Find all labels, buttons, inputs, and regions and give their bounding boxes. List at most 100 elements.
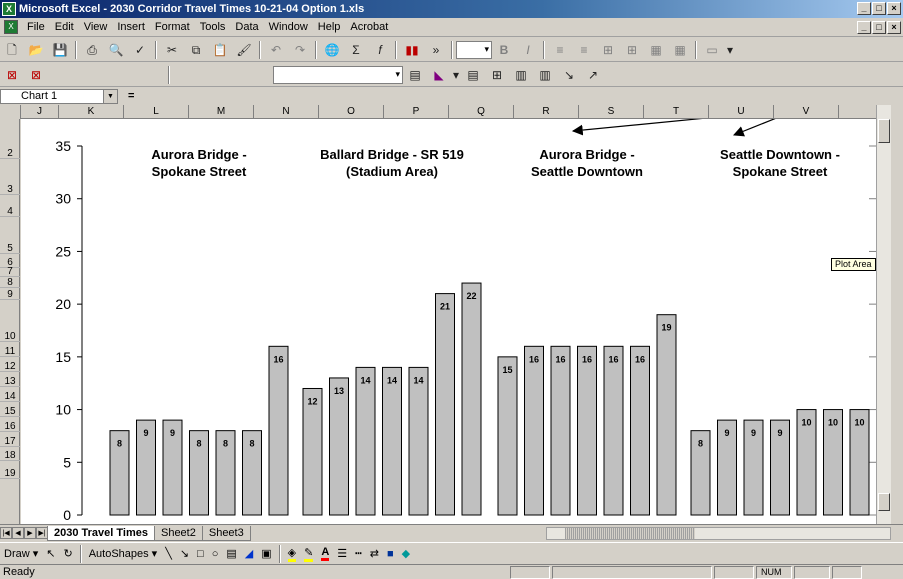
percent-icon[interactable]: ▦ [645, 40, 667, 60]
comma-icon[interactable]: ▦ [669, 40, 691, 60]
data-table-icon[interactable]: ⊞ [486, 65, 508, 85]
bar[interactable] [524, 345, 544, 516]
bar[interactable] [656, 314, 677, 516]
doc-minimize-button[interactable]: _ [857, 21, 871, 34]
paste-icon[interactable]: 📋 [209, 40, 231, 60]
bar[interactable] [603, 345, 624, 516]
oval-icon[interactable]: ○ [212, 548, 219, 560]
menu-data[interactable]: Data [230, 21, 263, 33]
fill-color-icon[interactable]: ◈ [287, 546, 297, 562]
select-objects-icon[interactable]: ↖ [46, 547, 55, 560]
menu-format[interactable]: Format [150, 21, 195, 33]
doc-restore-button[interactable]: □ [872, 21, 886, 34]
row-header[interactable]: 13 [0, 372, 20, 387]
undo-icon[interactable]: ↶ [265, 40, 287, 60]
insert-picture-icon[interactable]: ▣ [261, 547, 271, 560]
row-header[interactable]: 16 [0, 417, 20, 432]
bar[interactable] [268, 345, 289, 516]
currency-icon[interactable]: ⊞ [621, 40, 643, 60]
chart-type-dropdown-icon[interactable]: ▾ [452, 65, 460, 85]
horizontal-scrollbar[interactable] [546, 526, 891, 540]
print-preview-icon[interactable]: 🔍 [105, 40, 127, 60]
format-painter-icon[interactable]: 🖌 [233, 40, 255, 60]
line-color-icon[interactable]: ✎ [304, 546, 314, 562]
menu-view[interactable]: View [79, 21, 113, 33]
spelling-icon[interactable]: ✓ [129, 40, 151, 60]
horizontal-scroll-thumb[interactable] [565, 527, 695, 539]
sheet-tab-sheet2[interactable]: Sheet2 [153, 525, 203, 541]
menu-help[interactable]: Help [313, 21, 346, 33]
shadow-icon[interactable]: ■ [387, 548, 394, 560]
vertical-scroll-thumb-lower[interactable] [878, 493, 890, 511]
bar[interactable] [355, 366, 376, 516]
wordart-icon[interactable]: ◢ [245, 547, 253, 560]
menu-window[interactable]: Window [264, 21, 313, 33]
arrow-icon[interactable]: ↘ [180, 547, 189, 560]
align-left-icon[interactable]: ≡ [549, 40, 571, 60]
row-header[interactable]: 4 [0, 195, 20, 217]
bar[interactable] [302, 387, 323, 516]
row-header[interactable]: 15 [0, 402, 20, 417]
name-box[interactable]: Chart 1 ▼ [0, 88, 118, 104]
redo-icon[interactable]: ↷ [289, 40, 311, 60]
column-header[interactable]: J [21, 105, 59, 119]
select-all-corner[interactable] [0, 105, 21, 119]
doc-close-button[interactable]: × [887, 21, 901, 34]
font-size-combo[interactable]: ▾ [456, 40, 492, 59]
3d-icon[interactable]: ◆ [402, 547, 410, 560]
chart-area[interactable]: 0 5 10 15 20 25 30 35 8 9 9 8 8 8 16 12 13 14 14 14 21 22 15 1… [21, 108, 876, 524]
print-icon[interactable]: ⎙ [81, 40, 103, 60]
document-icon[interactable]: X [4, 20, 18, 34]
bar[interactable] [630, 345, 650, 516]
minimize-button[interactable]: _ [857, 2, 871, 15]
format-chart-icon[interactable]: ▤ [404, 65, 426, 85]
row-header[interactable]: 9 [0, 288, 20, 300]
row-header[interactable]: 14 [0, 387, 20, 402]
by-row-icon[interactable]: ▥ [510, 65, 532, 85]
row-header[interactable]: 7 [0, 267, 20, 277]
vertical-scrollbar[interactable] [876, 105, 891, 525]
first-sheet-icon[interactable]: |◀ [0, 527, 12, 539]
open-icon[interactable]: 📂 [25, 40, 47, 60]
row-header[interactable]: 19 [0, 461, 20, 479]
bar[interactable] [408, 366, 429, 516]
row-header[interactable]: 3 [0, 159, 20, 195]
chart-wizard-icon[interactable]: ▮▮ [401, 40, 423, 60]
close-button[interactable]: × [887, 2, 901, 15]
row-header[interactable]: 8 [0, 277, 20, 288]
row-header[interactable]: 12 [0, 357, 20, 372]
column-header[interactable]: T [644, 105, 709, 119]
bar[interactable] [329, 377, 349, 516]
column-header[interactable]: N [254, 105, 319, 119]
row-header[interactable]: 10 [0, 300, 20, 342]
arrow-style-icon[interactable]: ⇄ [370, 547, 379, 560]
rectangle-icon[interactable]: □ [197, 548, 204, 560]
column-header[interactable]: P [384, 105, 449, 119]
pdf-email-icon[interactable]: ⊠ [25, 65, 47, 85]
new-icon[interactable]: 🗋 [1, 40, 23, 60]
bar[interactable] [497, 356, 518, 516]
next-sheet-icon[interactable]: ▶ [24, 527, 36, 539]
by-column-icon[interactable]: ▥ [534, 65, 556, 85]
column-header[interactable]: M [189, 105, 254, 119]
row-header[interactable]: 18 [0, 447, 20, 461]
align-center-icon[interactable]: ≡ [573, 40, 595, 60]
column-header[interactable]: Q [449, 105, 514, 119]
bar[interactable] [461, 282, 482, 516]
column-header[interactable]: U [709, 105, 774, 119]
chart-objects-combo[interactable]: ▾ [273, 65, 403, 84]
vertical-scroll-thumb[interactable] [878, 119, 890, 143]
bold-icon[interactable]: B [493, 40, 515, 60]
prev-sheet-icon[interactable]: ◀ [12, 527, 24, 539]
more-buttons-icon[interactable]: » [425, 40, 447, 60]
column-header[interactable]: L [124, 105, 189, 119]
menu-tools[interactable]: Tools [195, 21, 231, 33]
bar[interactable] [435, 293, 455, 516]
function-icon[interactable]: f [369, 40, 391, 60]
merge-center-icon[interactable]: ⊞ [597, 40, 619, 60]
column-header[interactable]: S [579, 105, 644, 119]
column-header[interactable]: V [774, 105, 839, 119]
font-color-icon[interactable]: A [321, 546, 330, 561]
sheet-tab-2030-travel-times[interactable]: 2030 Travel Times [47, 525, 155, 541]
line-style-icon[interactable]: ☰ [337, 547, 347, 560]
